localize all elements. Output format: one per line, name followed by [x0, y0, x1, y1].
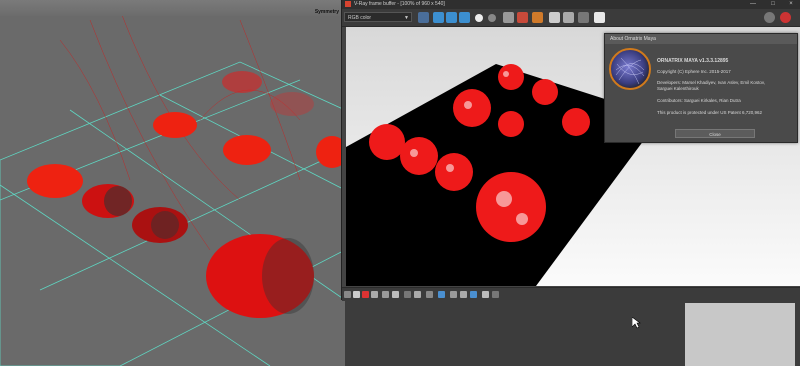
compare-icon[interactable] [563, 12, 574, 23]
hair-patch [222, 71, 262, 93]
ornatrix-logo-icon [609, 48, 651, 90]
duplicate-icon[interactable] [549, 12, 560, 23]
maximize-button[interactable]: □ [766, 0, 780, 9]
white-balance-icon[interactable] [371, 291, 378, 298]
channel-select-value: RGB color [348, 15, 372, 21]
dialog-title-bar[interactable]: About Ornatrix Maya [605, 34, 797, 44]
green-channel-icon[interactable] [446, 12, 457, 23]
pixel-info-icon[interactable] [450, 291, 457, 298]
developers-text: Developers: Marsel Khadiyev, Ivan Aslev,… [657, 80, 766, 85]
mono-icon[interactable] [488, 14, 496, 22]
maya-viewport[interactable]: Symmetry [0, 0, 345, 366]
product-name: ORNATRIX MAYA v1.3.3.12895 [657, 58, 729, 64]
save-image-icon[interactable] [503, 12, 514, 23]
curve-icon[interactable] [382, 291, 389, 298]
screen-icon[interactable] [594, 12, 605, 23]
alpha-channel-icon[interactable] [475, 14, 483, 22]
hair-patch [223, 135, 271, 165]
stamp-icon[interactable] [438, 291, 445, 298]
lens-icon[interactable] [353, 291, 360, 298]
hair-patch [270, 92, 314, 116]
channel-select[interactable]: RGB color ▼ [344, 12, 412, 22]
hair-patch [153, 112, 197, 138]
frame-buffer-statusbar [342, 287, 800, 301]
frame-buffer-toolbar: RGB color ▼ [342, 9, 800, 27]
minimize-button[interactable]: — [746, 0, 760, 9]
region-render-icon[interactable] [578, 12, 589, 23]
close-button[interactable]: Close [675, 129, 755, 138]
vray-icon [345, 1, 351, 7]
clear-image-icon[interactable] [532, 12, 543, 23]
ocio-icon[interactable] [414, 291, 421, 298]
close-window-button[interactable]: × [784, 0, 798, 9]
patent-text: This product is protected under US Paten… [657, 110, 763, 115]
settings-icon[interactable] [426, 291, 433, 298]
history-icon[interactable] [344, 291, 351, 298]
attribute-panel[interactable] [685, 303, 795, 366]
follow-icon[interactable] [482, 291, 489, 298]
stop-render-icon[interactable] [780, 12, 791, 23]
panel-label: Symmetry [314, 9, 339, 15]
render-icon[interactable] [764, 12, 775, 23]
dialog-title: About Ornatrix Maya [610, 36, 656, 42]
about-dialog[interactable]: About Ornatrix Maya ORNATRIX MAYA v1.3.3… [604, 33, 798, 143]
link-icon[interactable] [470, 291, 477, 298]
contributors-text: Contributors: Sarguei Kirkales, Rian Dut… [657, 98, 741, 103]
hair-patch [27, 164, 83, 198]
blue-channel-icon[interactable] [459, 12, 470, 23]
copyright-text: Copyright (C) Ephere Inc. 2015-2017 [657, 69, 731, 74]
lock-icon[interactable] [492, 291, 499, 298]
developers-text-continued: Sarguei Kalenthirouk [657, 86, 699, 91]
levels-icon[interactable] [392, 291, 399, 298]
viewport-scene [0, 9, 345, 366]
viewport-toolbar[interactable] [0, 0, 345, 16]
window-title: V-Ray frame buffer - [100% of 960 x 540] [354, 1, 445, 7]
window-title-bar[interactable]: V-Ray frame buffer - [100% of 960 x 540]… [342, 0, 800, 9]
mouse-cursor-icon [632, 317, 641, 329]
lut-icon[interactable] [404, 291, 411, 298]
chevron-down-icon: ▼ [404, 15, 409, 21]
color-correction-icon[interactable] [418, 12, 429, 23]
exposure-icon[interactable] [362, 291, 369, 298]
load-image-icon[interactable] [517, 12, 528, 23]
history-compare-icon[interactable] [460, 291, 467, 298]
red-channel-icon[interactable] [433, 12, 444, 23]
